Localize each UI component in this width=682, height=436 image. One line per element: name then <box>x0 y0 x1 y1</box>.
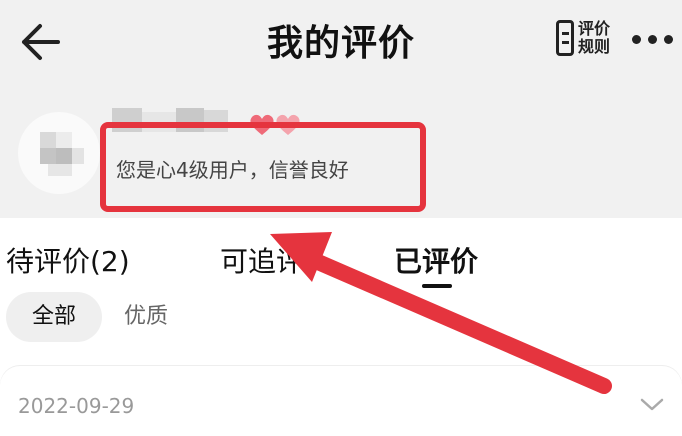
document-rules-icon <box>556 20 574 56</box>
top-bar: 我的评价 评价规则 <box>0 0 682 90</box>
annotation-highlight-box <box>100 122 426 212</box>
more-options-button[interactable] <box>628 30 676 50</box>
chevron-down-icon <box>640 398 664 411</box>
review-rules-button[interactable]: 评价规则 <box>556 18 610 62</box>
expand-review-button[interactable] <box>636 394 668 414</box>
active-tab-indicator <box>422 284 452 288</box>
review-card: 2022-09-29 <box>0 366 682 436</box>
reviews-panel: 待评价(2) 可追评 已评价 全部 优质 2022-09-29 <box>0 218 682 436</box>
tab-reviewed[interactable]: 已评价 <box>394 240 478 280</box>
tab-pending-review[interactable]: 待评价(2) <box>6 240 130 280</box>
tab-follow-up-review[interactable]: 可追评 <box>220 240 304 280</box>
filter-quality-chip[interactable]: 优质 <box>124 292 168 342</box>
avatar[interactable] <box>18 112 100 194</box>
review-date: 2022-09-29 <box>18 394 135 418</box>
filter-all-chip[interactable]: 全部 <box>6 292 102 342</box>
review-rules-label: 评价规则 <box>578 19 611 56</box>
